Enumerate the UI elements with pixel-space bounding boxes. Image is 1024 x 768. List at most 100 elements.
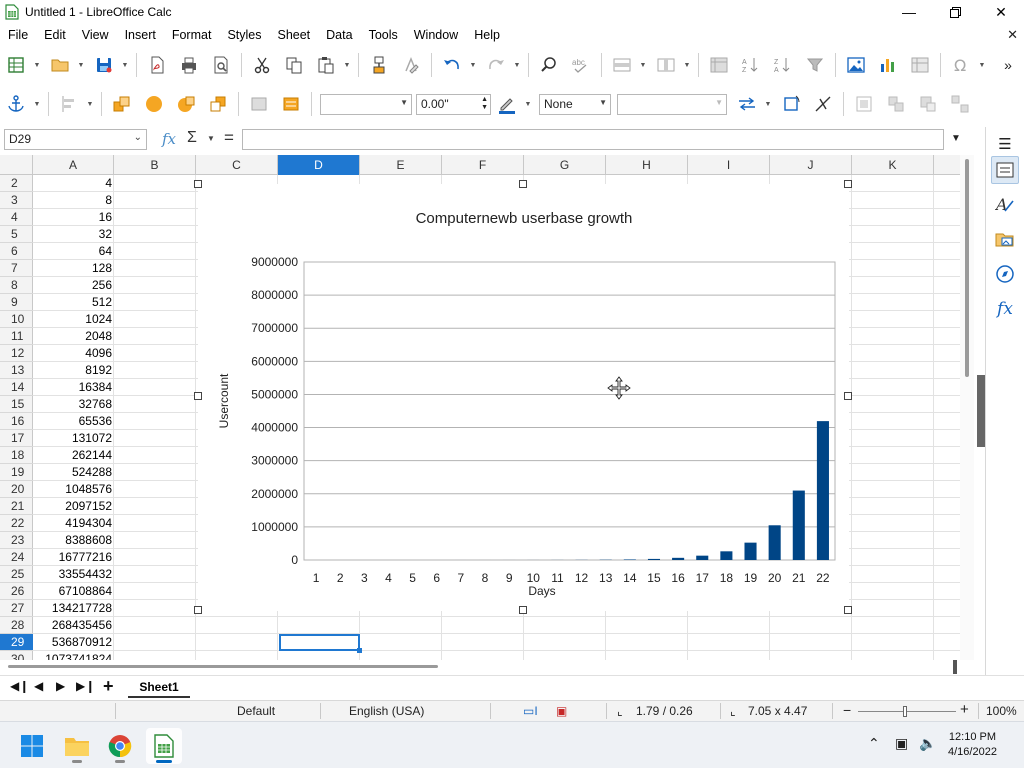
taskbar-libreoffice-calc[interactable] [146,728,182,764]
selection-mode-icon[interactable]: ▭I [523,704,538,718]
anchor-icon[interactable] [2,90,30,118]
open-dropdown-icon[interactable]: ▼ [76,51,86,79]
undo-icon[interactable] [438,51,466,79]
functions-icon[interactable]: fx [991,295,1019,323]
column-header-e[interactable]: E [360,155,442,175]
align-dropdown-icon[interactable]: ▼ [85,90,95,118]
menu-file[interactable]: File [0,24,36,46]
menu-sheet[interactable]: Sheet [269,24,318,46]
row-header-27[interactable]: 27 [0,600,33,617]
chart-resize-handle-tr[interactable] [844,180,852,188]
taskbar-file-explorer[interactable] [59,728,95,764]
cell-a8[interactable]: 256 [33,277,114,294]
cell-a12[interactable]: 4096 [33,345,114,362]
name-box[interactable]: D29 ⌄ [4,129,147,150]
sidebar-menu-icon[interactable]: ☰ [991,130,1019,158]
area-style-select[interactable]: None ▼ [539,93,611,115]
chart-resize-handle-bc[interactable] [519,606,527,614]
cell-a5[interactable]: 32 [33,226,114,243]
zoom-in-icon[interactable]: + [960,701,969,718]
row-header-8[interactable]: 8 [0,277,33,294]
cell-a7[interactable]: 128 [33,260,114,277]
row-header-5[interactable]: 5 [0,226,33,243]
chart-resize-handle-br[interactable] [844,606,852,614]
menu-tools[interactable]: Tools [361,24,406,46]
first-sheet-icon[interactable]: ◀❙ [10,679,29,693]
row-header-29[interactable]: 29 [0,634,33,651]
line-color-dropdown-icon[interactable]: ▼ [523,90,533,118]
chart-object[interactable]: Computernewb userbase growth 0 1000000 200… [198,184,849,611]
ellipse-icon[interactable] [140,90,168,118]
row-header-12[interactable]: 12 [0,345,33,362]
show-hidden-icons[interactable]: ⌃ [868,735,880,752]
row-header-19[interactable]: 19 [0,464,33,481]
gallery-icon[interactable] [991,225,1019,253]
exit-group-icon[interactable] [914,90,942,118]
row-icon[interactable] [608,51,636,79]
language[interactable]: English (USA) [349,704,424,718]
cell-a19[interactable]: 524288 [33,464,114,481]
clone-formatting-icon[interactable] [365,51,393,79]
vertical-scrollbar[interactable] [960,155,974,660]
add-sheet-button[interactable]: + [103,676,114,697]
enter-group-icon[interactable] [882,90,910,118]
clear-formatting-icon[interactable] [397,51,425,79]
line-color-icon[interactable] [493,90,521,118]
cell-a25[interactable]: 33554432 [33,566,114,583]
menu-data[interactable]: Data [318,24,360,46]
autofilter-icon[interactable] [801,51,829,79]
cell-a14[interactable]: 16384 [33,379,114,396]
new-document-icon[interactable] [2,51,30,79]
paste-icon[interactable] [312,51,340,79]
cell-a30[interactable]: 1073741824 [33,651,114,660]
cell-a27[interactable]: 134217728 [33,600,114,617]
spelling-icon[interactable]: abc [567,51,595,79]
save-icon[interactable] [90,51,118,79]
redo-icon[interactable] [482,51,510,79]
row-header-3[interactable]: 3 [0,192,33,209]
zoom-level[interactable]: 100% [986,704,1017,718]
zoom-out-icon[interactable]: − [843,702,851,718]
column-dropdown-icon[interactable]: ▼ [682,51,692,79]
sort-ascending-icon[interactable]: AZ [737,51,765,79]
menu-window[interactable]: Window [406,24,466,46]
column-header-d[interactable]: D [278,155,360,175]
fill-handle[interactable] [357,648,362,653]
toolbar-overflow-icon[interactable]: » [994,51,1022,79]
bring-to-front-icon[interactable] [108,90,136,118]
export-pdf-icon[interactable] [143,51,171,79]
row-header-2[interactable]: 2 [0,175,33,192]
menu-view[interactable]: View [74,24,117,46]
sheet-tab-sheet1[interactable]: Sheet1 [128,676,190,698]
chart-resize-handle-mr[interactable] [844,392,852,400]
cell-a10[interactable]: 1024 [33,311,114,328]
area-fill-select[interactable]: ▼ [617,93,727,115]
insert-image-icon[interactable] [842,51,870,79]
expand-formula-icon[interactable]: ▼ [951,133,961,144]
sum-dropdown-icon[interactable]: ▼ [207,134,215,143]
zoom-slider[interactable] [858,711,956,712]
horizontal-scroll-thumb[interactable] [8,665,438,668]
start-button[interactable] [14,728,50,764]
cell-a26[interactable]: 67108864 [33,583,114,600]
cell-a9[interactable]: 512 [33,294,114,311]
sort-descending-icon[interactable]: ZA [769,51,797,79]
row-header-11[interactable]: 11 [0,328,33,345]
to-foreground-icon[interactable] [277,90,305,118]
to-background-icon[interactable] [245,90,273,118]
next-sheet-icon[interactable]: ▶ [56,679,65,693]
menu-styles[interactable]: Styles [219,24,269,46]
menu-edit[interactable]: Edit [36,24,74,46]
chart-resize-handle-tc[interactable] [519,180,527,188]
cell-a22[interactable]: 4194304 [33,515,114,532]
row-header-15[interactable]: 15 [0,396,33,413]
chart-resize-handle-ml[interactable] [194,392,202,400]
cell-a3[interactable]: 8 [33,192,114,209]
styles-icon[interactable]: A [991,190,1019,218]
save-dropdown-icon[interactable]: ▼ [120,51,130,79]
menu-help[interactable]: Help [466,24,508,46]
column-header-i[interactable]: I [688,155,770,175]
row-header-23[interactable]: 23 [0,532,33,549]
row-header-30[interactable]: 30 [0,651,33,660]
row-header-25[interactable]: 25 [0,566,33,583]
